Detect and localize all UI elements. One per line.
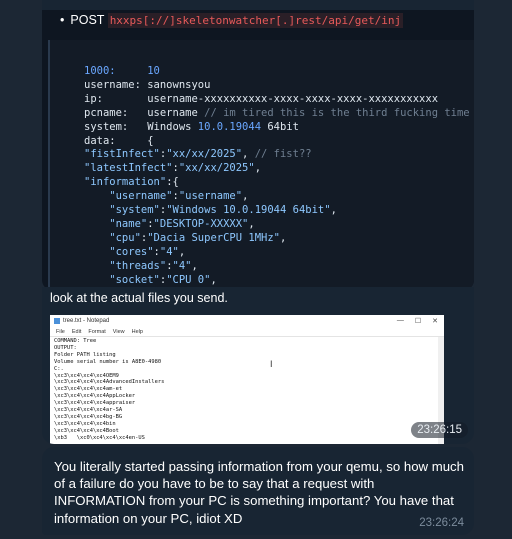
code-message-bubble: • POST hxxps[://]skeletonwatcher[.]rest/a…	[42, 0, 474, 290]
code-token: ip:	[84, 92, 148, 105]
menu-format: Format	[88, 328, 106, 335]
code-token: Windows	[147, 120, 198, 133]
code-token: 10.0.19044	[197, 120, 262, 133]
code-token: "xx/xx/2025"	[166, 148, 243, 161]
code-token: ,	[191, 259, 198, 272]
code-token: 64bit	[261, 120, 299, 133]
minimize-icon: —	[396, 317, 404, 324]
code-line: ip: username-xxxxxxxxxx-xxxx-xxxx-xxxx-x…	[84, 93, 470, 107]
code-token: "cores"	[84, 245, 154, 258]
bullet: •	[60, 13, 65, 27]
code-token: "socket"	[84, 273, 160, 286]
code-line: "socket":"CPU 0",	[84, 274, 470, 288]
code-token: ,	[254, 162, 262, 175]
code-token: username:	[84, 78, 148, 91]
code-token: "Windows 10.0.19044 64bit"	[166, 204, 331, 217]
code-token: "4"	[159, 245, 179, 258]
code-token: ,	[242, 190, 249, 203]
code-token: ,	[248, 217, 255, 230]
message-timestamp: 23:26:24	[419, 517, 464, 529]
code-line: "information":{	[84, 176, 470, 190]
screenshot-image[interactable]: tree.txt - Notepad — ☐ ✕ File Edit Forma…	[50, 315, 444, 444]
close-icon: ✕	[432, 318, 438, 325]
code-token: "latestInfect"	[84, 162, 173, 175]
text-cursor-icon: I	[270, 359, 273, 369]
maximize-icon: ☐	[414, 318, 422, 325]
code-token: system:	[84, 120, 148, 133]
code-line: 1000: 10	[84, 65, 470, 79]
notepad-title: tree.txt - Notepad	[63, 318, 110, 324]
code-line: "fistInfect":"xx/xx/2025", // fist??	[84, 148, 470, 162]
code-token: "username"	[84, 190, 173, 203]
code-token: // im tired this is the third fucking ti…	[204, 106, 470, 119]
bubble-top-strip	[42, 0, 474, 10]
code-line: username: sanownsyou	[84, 79, 470, 93]
http-method: POST	[70, 13, 105, 27]
code-line: "cores":"4",	[84, 246, 470, 260]
code-token: data: {	[84, 134, 154, 147]
code-token: // fist??	[254, 148, 312, 161]
notepad-icon	[54, 318, 60, 324]
notepad-window-controls: — ☐ ✕	[397, 317, 438, 325]
notepad-menu: File Edit Format View Help	[50, 327, 444, 337]
code-token: "cpu"	[84, 231, 141, 244]
menu-file: File	[56, 328, 65, 335]
code-token: "threads"	[84, 259, 167, 272]
code-line: "system":"Windows 10.0.19044 64bit",	[84, 204, 470, 218]
image-timestamp: 23:26:15	[411, 422, 468, 438]
code-text: 1000: 10 username: sanownsyou ip: username…	[84, 65, 470, 288]
code-line: pcname: username // im tired this is the…	[84, 107, 470, 121]
code-line: "name":"DESKTOP-XXXXX",	[84, 218, 470, 232]
code-token: "Dacia SuperCPU 1MHz"	[147, 231, 280, 244]
code-token: username	[147, 106, 205, 119]
notepad-titlebar: tree.txt - Notepad	[50, 315, 444, 327]
menu-edit: Edit	[71, 328, 82, 335]
code-line: "threads":"4",	[84, 260, 470, 274]
code-token: "xx/xx/2025"	[178, 162, 255, 175]
code-token: "DESKTOP-XXXXX"	[153, 217, 249, 230]
code-token: :{	[166, 176, 179, 189]
code-token: 1000:	[84, 65, 148, 77]
code-token: ,	[330, 204, 337, 217]
menu-help: Help	[131, 328, 143, 335]
code-token: "system"	[84, 204, 160, 217]
code-block[interactable]: 1000: 10 username: sanownsyou ip: username…	[48, 40, 474, 290]
code-token: "name"	[84, 217, 148, 230]
code-line: system: Windows 10.0.19044 64bit	[84, 121, 470, 135]
code-line: data: {	[84, 135, 470, 149]
message-text: You literally started passing informatio…	[54, 459, 464, 526]
menu-view: View	[112, 328, 125, 335]
url-text[interactable]: hxxps[://]skeletonwatcher[.]rest/api/get…	[107, 13, 404, 28]
code-token: "4"	[172, 259, 192, 272]
code-token: pcname:	[84, 106, 148, 119]
image-caption: look at the actual files you send.	[50, 291, 228, 305]
code-token: "CPU 0"	[166, 273, 211, 286]
code-token: sanownsyou	[147, 78, 211, 91]
code-line: "username":"username",	[84, 190, 470, 204]
code-token: "username"	[178, 190, 243, 203]
post-line: • POST hxxps[://]skeletonwatcher[.]rest/a…	[60, 13, 404, 28]
image-message-bubble: look at the actual files you send. tree.…	[42, 287, 474, 444]
code-token: "information"	[84, 176, 167, 189]
text-message-bubble: You literally started passing informatio…	[42, 447, 474, 535]
code-token: 10	[147, 65, 160, 77]
code-token: ,	[178, 245, 186, 258]
notepad-content: COMMAND: Tree OUTPUT: Folder PATH listin…	[54, 338, 165, 441]
code-line: "cpu":"Dacia SuperCPU 1MHz",	[84, 232, 470, 246]
code-token: ,	[280, 231, 287, 244]
code-token: ,	[242, 148, 255, 161]
code-token: "fistInfect"	[84, 148, 160, 161]
code-token: username-xxxxxxxxxx-xxxx-xxxx-xxxx-xxxxx…	[147, 92, 439, 105]
code-token: ,	[210, 273, 217, 286]
code-line: "latestInfect":"xx/xx/2025",	[84, 162, 470, 176]
